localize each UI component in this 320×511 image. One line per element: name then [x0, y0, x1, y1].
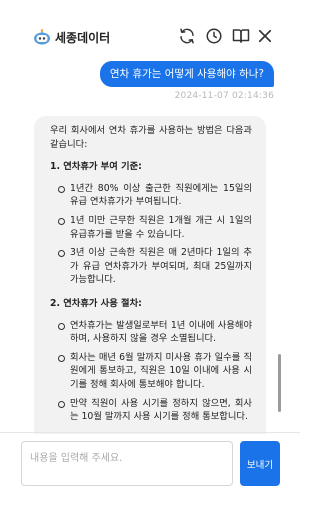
list-item: 3년 이상 근속한 직원은 매 2년마다 1일의 추가 유급 연차휴가가 부여되…: [58, 246, 252, 287]
composer-divider: [0, 432, 300, 433]
history-clock-icon[interactable]: [205, 27, 223, 45]
list-item: 만약 직원이 사용 시기를 정하지 않으면, 회사는 10월 말까지 사용 시기…: [58, 397, 252, 424]
list-item: 1년간 80% 이상 출근한 직원에게는 15일의 유급 연차휴가가 부여됩니다…: [58, 182, 252, 209]
book-icon[interactable]: [232, 27, 250, 45]
bot-intro-text: 우리 회사에서 연차 휴가를 사용하는 방법은 다음과 같습니다:: [50, 125, 252, 150]
message-timestamp: 2024-11-07 02:14:36: [174, 91, 274, 101]
list-item: 회사는 매년 6월 말까지 미사용 휴가 일수를 직원에게 통보하고, 직원은 …: [58, 351, 252, 392]
bot-message-bubble: 우리 회사에서 연차 휴가를 사용하는 방법은 다음과 같습니다: 1. 연차휴…: [34, 116, 266, 434]
section-leave-criteria: 1. 연차휴가 부여 기준: 1년간 80% 이상 출근한 직원에게는 15일의…: [50, 160, 252, 287]
app-header: 세종데이터: [0, 0, 300, 64]
chat-scrollbar[interactable]: [278, 354, 281, 412]
send-button[interactable]: 보내기: [240, 441, 280, 486]
message-input[interactable]: [21, 441, 233, 486]
section-title: 2. 연차휴가 사용 절차:: [50, 297, 142, 309]
refresh-icon[interactable]: [178, 27, 196, 45]
robot-logo-icon: [34, 29, 50, 45]
section-leave-procedure: 2. 연차휴가 사용 절차: 연차휴가는 발생일로부터 1년 이내에 사용해야 …: [50, 297, 252, 424]
chat-area[interactable]: 연차 휴가는 어떻게 사용해야 하나? 2024-11-07 02:14:36 …: [0, 56, 300, 434]
user-message-bubble: 연차 휴가는 어떻게 사용해야 하나?: [99, 61, 274, 87]
section-title: 1. 연차휴가 부여 기준:: [50, 161, 142, 173]
close-icon[interactable]: [256, 27, 274, 45]
list-item: 연차휴가는 발생일로부터 1년 이내에 사용해야 하며, 사용하지 않을 경우 …: [58, 319, 252, 346]
list-item: 1년 미만 근무한 직원은 1개월 개근 시 1일의 유급휴가를 받을 수 있습…: [58, 214, 252, 241]
brand-name: 세종데이터: [55, 31, 111, 45]
